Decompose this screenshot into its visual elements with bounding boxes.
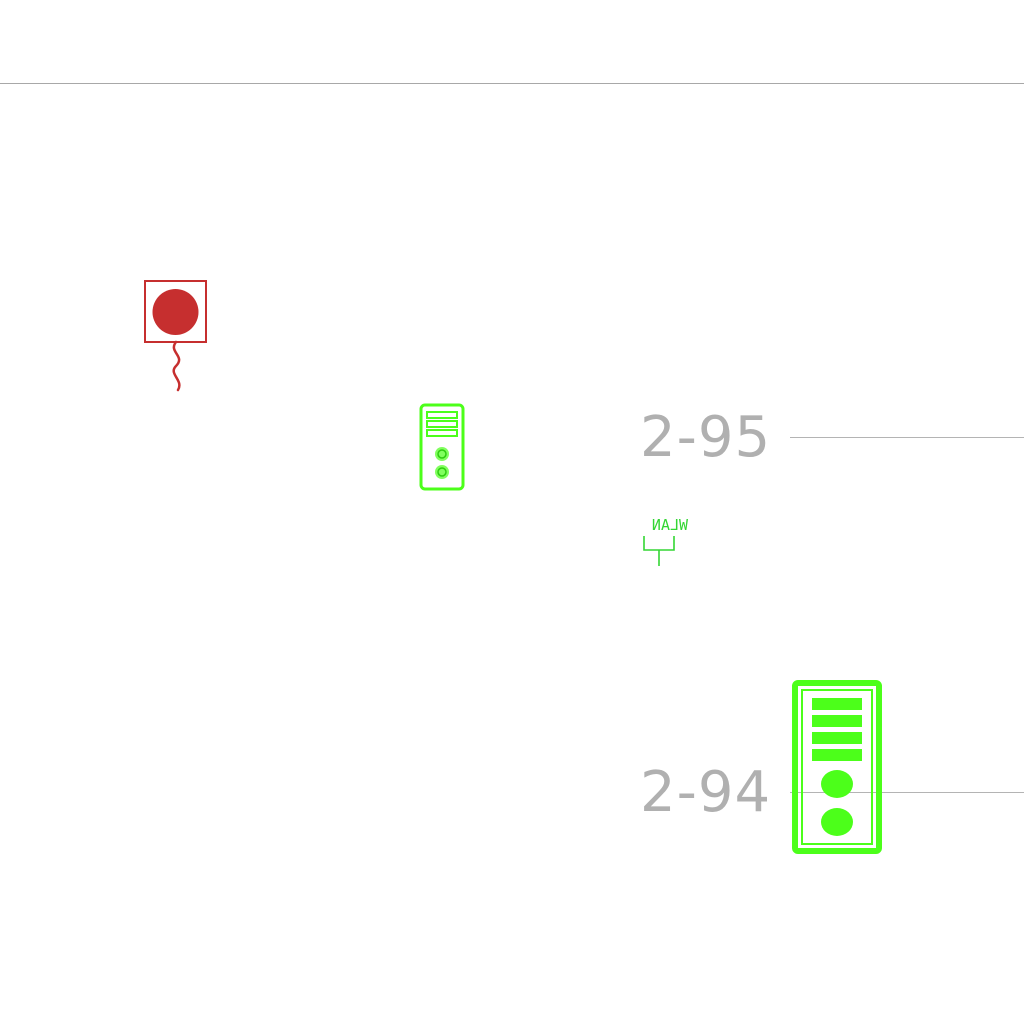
room-divider-line-upper [790, 437, 1024, 438]
door-intercom-icon-small[interactable] [418, 402, 466, 492]
wlan-label: WLAN [652, 516, 688, 534]
wlan-antenna-icon[interactable]: WLAN [634, 512, 694, 572]
floor-plan-canvas: WLAN 2-95 2-94 [0, 0, 1024, 1024]
wall-line-top [0, 83, 1024, 84]
alarm-button-icon[interactable] [140, 276, 212, 396]
door-intercom-icon-large[interactable] [792, 680, 882, 854]
room-number-label-upper: 2-95 [640, 405, 772, 470]
room-number-label-lower: 2-94 [640, 760, 772, 825]
